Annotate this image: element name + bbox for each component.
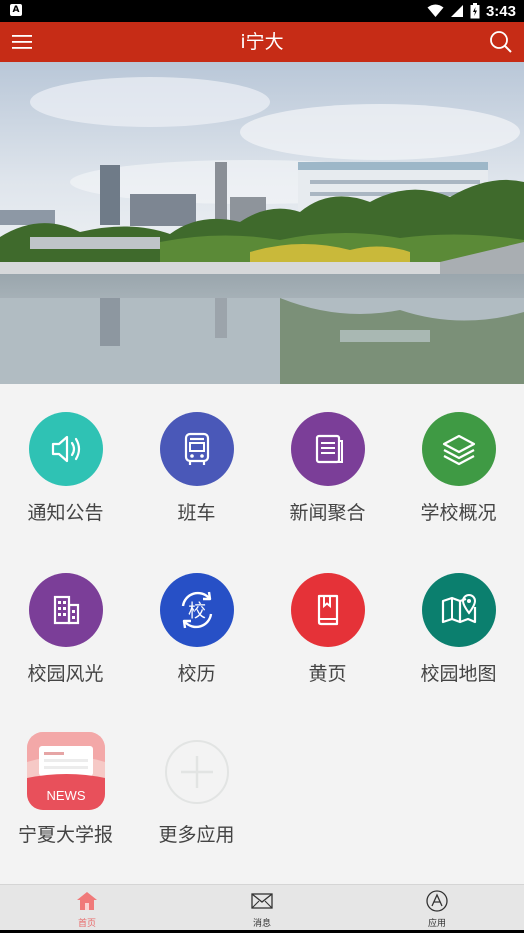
bottom-tab-bar: 首页 消息 应用	[0, 884, 524, 930]
hero-banner-image[interactable]	[0, 62, 524, 384]
app-label: 更多应用	[158, 824, 235, 846]
app-tile-school-overview[interactable]: 学校概况	[393, 384, 524, 534]
home-icon	[77, 892, 97, 910]
tab-messages[interactable]: 消息	[175, 885, 349, 931]
app-label: 学校概况	[420, 502, 497, 524]
app-bar: i宁大	[0, 22, 524, 62]
app-label: 黄页	[308, 663, 347, 685]
app-label: 新闻聚合	[289, 502, 366, 524]
app-label: 校历	[177, 663, 216, 685]
search-icon[interactable]	[488, 29, 514, 55]
tab-apps[interactable]: 应用	[350, 885, 524, 931]
app-grid: 通知公告 班车 新闻聚合 学校概况 校园风光 校 校历 黄页 校园地图 NEWS…	[0, 384, 524, 884]
book-icon	[291, 573, 365, 647]
tab-label: 应用	[427, 919, 446, 929]
battery-icon	[470, 3, 480, 19]
app-label: 校园风光	[27, 663, 104, 685]
speaker-icon	[29, 412, 103, 486]
building-icon	[29, 573, 103, 647]
tab-home[interactable]: 首页	[0, 885, 174, 931]
signal-icon	[450, 5, 463, 17]
wifi-icon	[427, 4, 444, 17]
tab-label: 首页	[77, 919, 96, 929]
app-label: 通知公告	[27, 502, 104, 524]
app-tile-campus-scenery[interactable]: 校园风光	[0, 545, 131, 695]
calendar-glyph: 校	[188, 601, 206, 622]
layers-icon	[422, 412, 496, 486]
mail-icon	[251, 893, 273, 909]
app-tile-more-apps[interactable]: 更多应用	[131, 706, 262, 856]
app-tile-university-newspaper[interactable]: NEWS 宁夏大学报	[0, 706, 131, 856]
tab-label: 消息	[252, 919, 271, 929]
app-tile-news[interactable]: 新闻聚合	[262, 384, 393, 534]
bus-icon	[160, 412, 234, 486]
app-notification-icon: A	[10, 4, 22, 16]
status-time: 3:43	[485, 2, 516, 20]
app-tile-yellow-pages[interactable]: 黄页	[262, 545, 393, 695]
status-bar: A 3:43	[0, 0, 524, 22]
app-tile-notices[interactable]: 通知公告	[0, 384, 131, 534]
app-label: 宁夏大学报	[17, 824, 113, 846]
app-tile-school-calendar[interactable]: 校 校历	[131, 545, 262, 695]
calendar-school-icon: 校	[160, 573, 234, 647]
plus-icon	[165, 740, 229, 804]
app-label: 班车	[177, 502, 216, 524]
newspaper-app-icon: NEWS	[27, 732, 105, 810]
map-icon	[422, 573, 496, 647]
app-label: 校园地图	[420, 663, 497, 685]
news-badge: NEWS	[46, 788, 86, 803]
app-tile-campus-map[interactable]: 校园地图	[393, 545, 524, 695]
news-icon	[291, 412, 365, 486]
app-title: i宁大	[240, 31, 284, 53]
app-tile-shuttle-bus[interactable]: 班车	[131, 384, 262, 534]
apps-icon	[426, 890, 448, 912]
